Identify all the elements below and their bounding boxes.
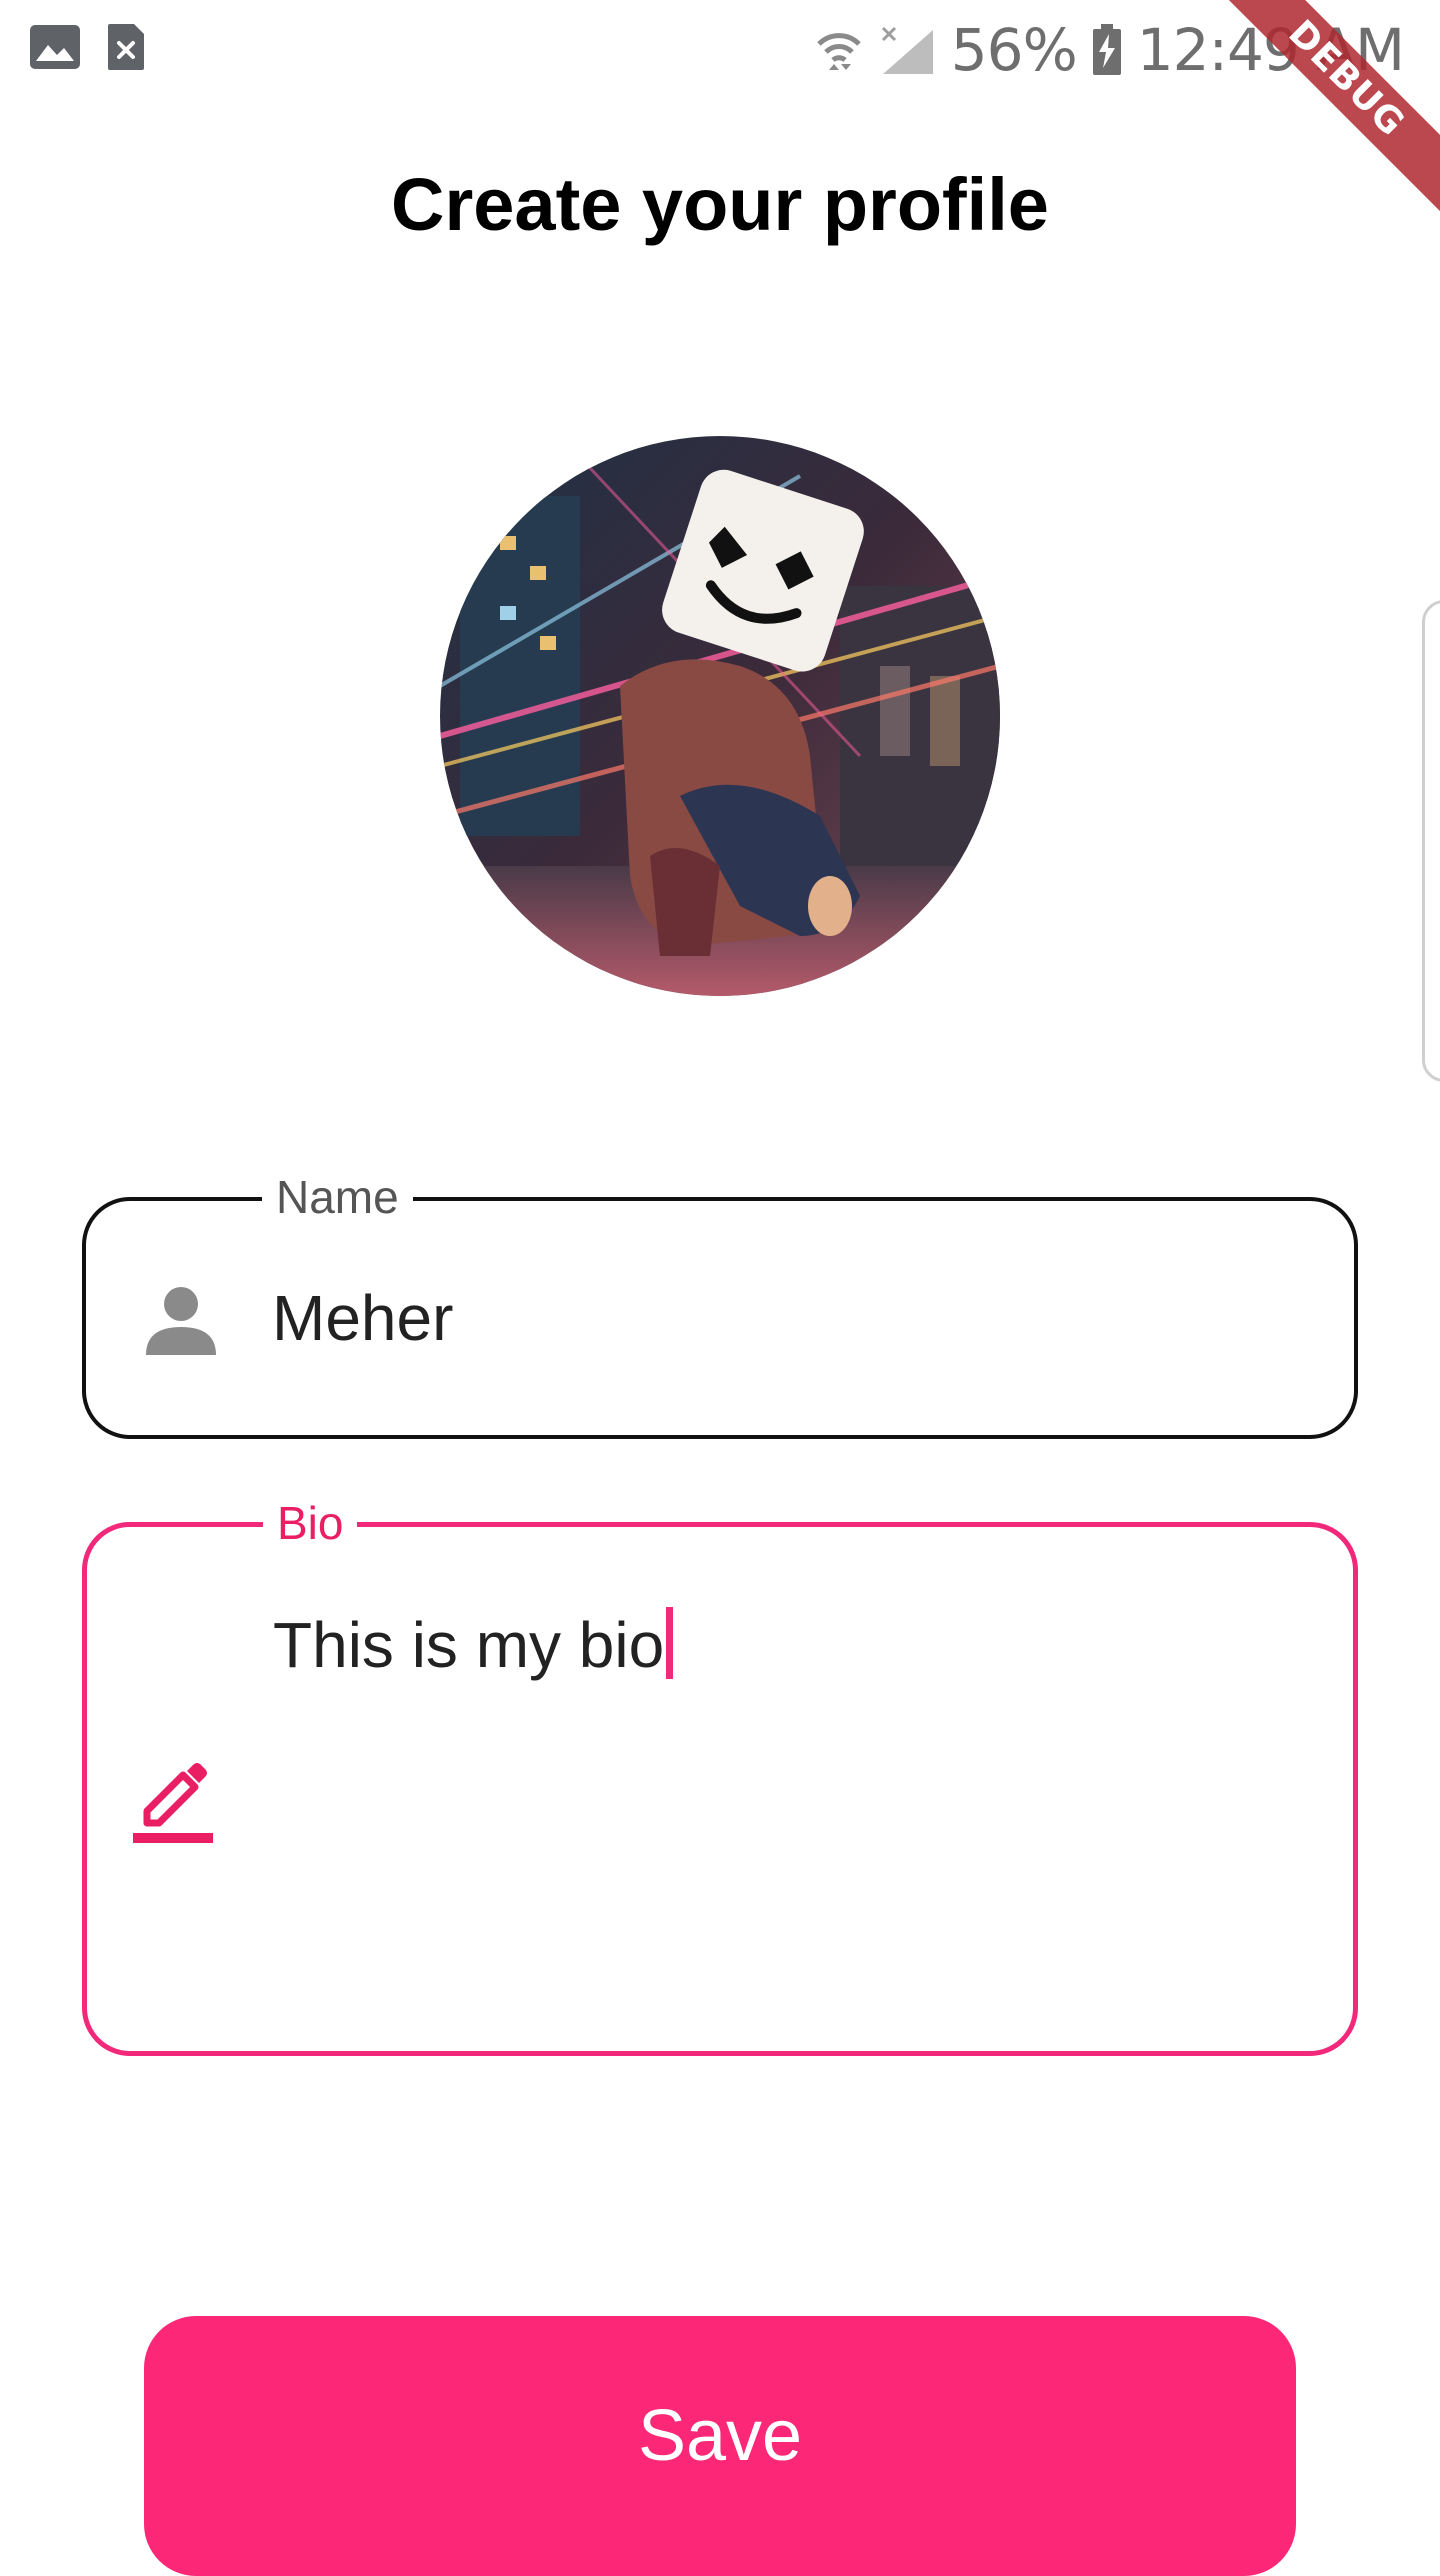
clock: 12:49 AM <box>1136 16 1405 84</box>
save-button-label: Save <box>637 2396 803 2476</box>
no-signal-icon <box>879 24 937 76</box>
bio-field[interactable]: Bio This is my bio <box>82 1491 1358 2056</box>
name-label: Name <box>262 1165 413 1229</box>
profile-photo <box>440 436 1000 996</box>
person-icon <box>144 1283 218 1362</box>
name-field[interactable]: Name Meher <box>82 1165 1358 1439</box>
bio-text: This is my bio <box>273 1609 665 1681</box>
bio-label: Bio <box>263 1491 358 1555</box>
battery-charging-icon <box>1091 24 1123 76</box>
text-cursor <box>666 1607 674 1679</box>
status-indicators: 56% 12:49 AM <box>813 16 1405 84</box>
name-input[interactable]: Meher <box>272 1281 453 1355</box>
save-button[interactable]: Save <box>144 2316 1296 2576</box>
file-dismiss-icon <box>106 22 146 77</box>
battery-percent: 56% <box>950 16 1078 84</box>
notification-icons <box>28 22 146 77</box>
edit-icon <box>133 1753 219 1850</box>
status-bar: 56% 12:49 AM <box>0 0 1440 100</box>
page-title: Create your profile <box>391 163 1049 246</box>
gallery-icon <box>28 23 82 76</box>
bio-input[interactable]: This is my bio <box>273 1607 674 1682</box>
edge-panel-handle[interactable] <box>1422 600 1440 1082</box>
profile-avatar[interactable] <box>440 436 1000 996</box>
wifi-icon <box>813 24 865 76</box>
